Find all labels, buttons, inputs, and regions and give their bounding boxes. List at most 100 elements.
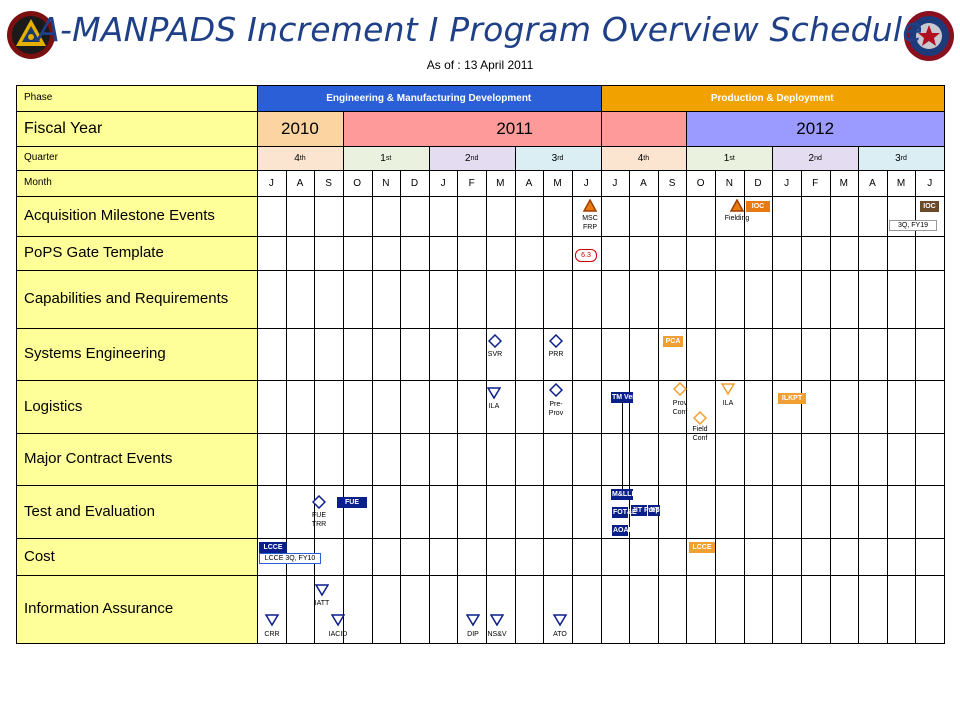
- row-label-acquisition: Acquisition Milestone Events: [24, 207, 215, 225]
- grid-vline: [601, 85, 602, 643]
- ioc-2019-tag: IOC: [920, 201, 939, 212]
- row-label-phase: Phase: [24, 91, 53, 103]
- quarter-cell: 2nd: [772, 146, 859, 170]
- prov-conf-label: Prov Conf: [672, 400, 688, 416]
- grid-vline: [372, 170, 373, 643]
- quarter-number: 2: [465, 152, 471, 164]
- iatt-label: IATT: [314, 600, 330, 607]
- grid-hline: [16, 380, 945, 381]
- quarter-cell: 1st: [686, 146, 773, 170]
- field-conf-diamond-icon: [693, 411, 707, 425]
- quarter-suffix: th: [299, 154, 306, 162]
- month-cell: J: [927, 177, 933, 189]
- quarter-cell: 4th: [600, 146, 687, 170]
- grid-hline: [16, 270, 945, 271]
- iacid-down-icon: [331, 614, 345, 627]
- row-label-test-eval: Test and Evaluation: [24, 502, 155, 520]
- nsv-down-icon: [490, 614, 504, 627]
- month-cell: M: [839, 177, 848, 189]
- month-cell: J: [612, 177, 618, 189]
- prov-conf-diamond-icon: [673, 382, 687, 396]
- quarter-cell: 1st: [342, 146, 429, 170]
- fiscal-year-2011: 2011: [342, 111, 687, 146]
- grid-hline: [16, 170, 945, 171]
- ato-down-icon: [553, 614, 567, 627]
- aoam-tag: AOAM: [612, 525, 635, 536]
- iatt-down-icon: [315, 584, 329, 597]
- month-cell: A: [296, 177, 304, 189]
- quarter-number: 2: [808, 152, 815, 164]
- row-label-cost: Cost: [24, 547, 55, 565]
- prr-label: PRR: [548, 351, 564, 358]
- schedule-grid: Engineering & Manufacturing Development P…: [0, 0, 960, 720]
- lcce-2-tag: LCCE: [689, 542, 715, 553]
- fue-trr-label: FUE TRR: [311, 512, 327, 528]
- svr-label: SVR: [487, 351, 503, 358]
- ioc-2019-note: 3Q, FY19: [889, 220, 937, 231]
- nsv-label: NS&V: [487, 631, 507, 638]
- dip-down-icon: [466, 614, 480, 627]
- grid-vline: [772, 146, 773, 643]
- fiscal-year-2012: 2012: [686, 111, 944, 146]
- dip-label: DIP: [467, 631, 479, 638]
- grid-vline: [572, 170, 573, 643]
- row-label-capabilities: Capabilities and Requirements: [24, 290, 229, 308]
- pops-gate-63: 6.3: [575, 249, 597, 262]
- quarter-cell: 4th: [257, 146, 343, 170]
- grid-vline: [543, 170, 544, 643]
- pca-tag: PCA: [663, 336, 683, 347]
- month-cell: D: [410, 177, 419, 189]
- grid-vline: [457, 170, 458, 643]
- grid-vline: [715, 170, 716, 643]
- month-cell: M: [496, 177, 505, 189]
- month-cell: J: [583, 177, 589, 189]
- quarter-suffix: st: [385, 154, 392, 162]
- ila-2-label: ILA: [722, 400, 734, 407]
- pre-prov-diamond-icon: [549, 383, 563, 397]
- ilkpt-tag: ILKPT: [778, 393, 806, 404]
- quarter-cell: 2nd: [428, 146, 515, 170]
- ila-down-icon: [487, 387, 501, 400]
- tm-ver-connector: [622, 402, 623, 492]
- grid-hline: [16, 85, 945, 86]
- month-cell: O: [353, 177, 362, 189]
- quarter-suffix: th: [643, 154, 650, 162]
- svr-diamond-icon: [488, 334, 502, 348]
- fue-tag: FUE: [337, 497, 367, 508]
- quarter-cell: 3rd: [514, 146, 601, 170]
- quarter-number: 4: [294, 152, 300, 164]
- msc-frp-label: MSC FRP: [582, 215, 598, 231]
- month-cell: S: [668, 177, 676, 189]
- fue-trr-diamond-icon: [312, 495, 326, 509]
- lcce-tag: LCCE: [259, 542, 287, 553]
- grid-vline: [629, 170, 630, 643]
- grid-vline: [744, 170, 745, 643]
- grid-hline: [16, 328, 945, 329]
- grid-hline: [16, 196, 945, 197]
- quarter-number: 1: [723, 152, 730, 164]
- month-cell: S: [325, 177, 332, 189]
- grid-vline: [887, 170, 888, 643]
- row-label-month: Month: [24, 176, 52, 188]
- grid-hline: [16, 485, 945, 486]
- row-label-info-assurance: Information Assurance: [24, 600, 174, 618]
- grid-vline: [343, 111, 344, 643]
- pre-prov-label: Pre- Prov: [548, 401, 564, 417]
- iacid-label: IACID: [328, 631, 348, 638]
- quarter-number: 4: [637, 152, 644, 164]
- quarter-number: 3: [551, 152, 558, 164]
- grid-vline: [515, 146, 516, 643]
- grid-vline: [858, 146, 859, 643]
- fielding-milestone-icon: [730, 199, 744, 212]
- grid-vline: [830, 170, 831, 643]
- grid-vline: [429, 146, 430, 643]
- as-of-date: As of : 13 April 2011: [426, 58, 534, 72]
- jit-prep-tag: JIT Prep: [631, 505, 660, 516]
- msc-frp-milestone-icon: [583, 199, 597, 212]
- month-cell: M: [896, 177, 906, 189]
- row-label-pops: PoPS Gate Template: [24, 244, 164, 262]
- ato-label: ATO: [553, 631, 567, 638]
- row-label-fiscal-year: Fiscal Year: [24, 119, 103, 137]
- phase-emd: Engineering & Manufacturing Development: [257, 85, 601, 111]
- month-cell: J: [268, 177, 274, 189]
